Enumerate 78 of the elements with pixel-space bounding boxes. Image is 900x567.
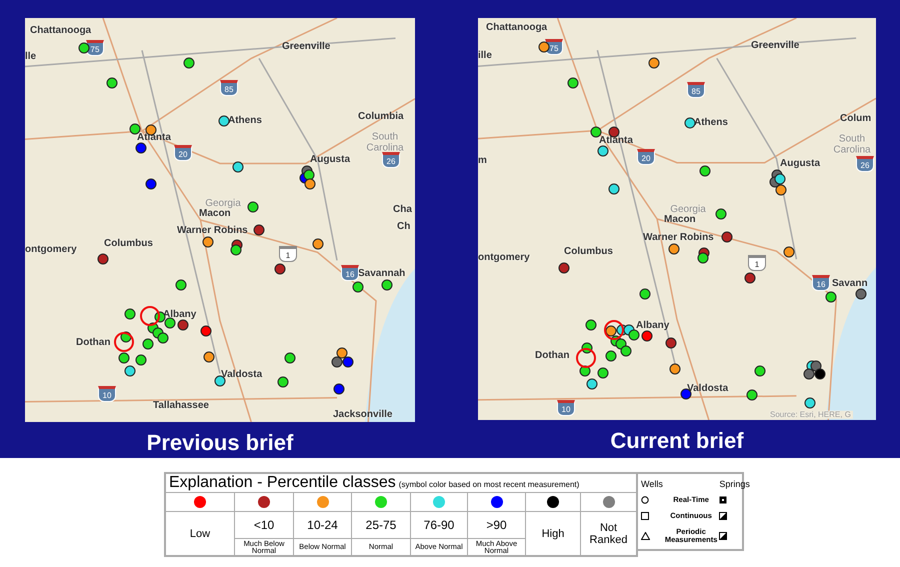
city-label: ille: [478, 50, 492, 62]
highway-shield: 75: [545, 39, 563, 55]
city-label: Albany: [636, 320, 670, 332]
filled-square-icon: [719, 496, 728, 504]
city-label: Columbus: [104, 238, 153, 250]
highway-shield: 85: [220, 80, 238, 96]
class-label: Not Ranked: [588, 522, 628, 546]
city-label: Augusta: [780, 158, 820, 170]
city-label: Atlanta: [599, 136, 633, 146]
triangle-icon: [641, 532, 650, 540]
city-label: Albany: [163, 310, 196, 320]
map-credit: Source: Esri, HERE, G: [768, 410, 853, 420]
legend-note: (symbol color based on most recent measurement): [398, 480, 580, 489]
highway-shield: 20: [174, 145, 192, 161]
highway-shield: 16: [812, 275, 830, 291]
city-label: Augusta: [310, 154, 350, 166]
city-label: Columbus: [564, 246, 613, 258]
highway-shield: 1: [279, 246, 297, 262]
city-label: ontgomery: [478, 252, 530, 264]
city-label: Dothan: [535, 350, 570, 362]
range-label: 25-75: [366, 518, 396, 532]
half-filled-square-icon: [719, 512, 728, 520]
range-label: 10-24: [307, 518, 338, 532]
range-label: >90: [486, 518, 507, 532]
city-label: Savann: [832, 278, 868, 290]
city-label: Colum: [840, 114, 872, 124]
city-label: Valdosta: [221, 370, 262, 380]
square-icon: [641, 512, 649, 520]
highway-shield: 1: [748, 255, 766, 271]
city-label: Cha: [393, 204, 412, 216]
highlight-ring: [604, 320, 624, 340]
city-label: Macon: [199, 208, 231, 220]
range-label: <10: [254, 518, 274, 532]
city-label: Warner Robins: [643, 232, 714, 244]
highway-shield: 10: [98, 386, 116, 402]
city-label: m: [478, 156, 487, 166]
highway-shield: 26: [856, 156, 874, 172]
highway-shield: 85: [687, 82, 705, 98]
highway-shield: 20: [637, 149, 655, 165]
city-label: Tallahassee: [153, 400, 209, 412]
region-label: South Carolina: [365, 132, 405, 154]
city-label: Athens: [228, 116, 262, 126]
highlight-ring: [140, 306, 160, 326]
springs-heading: Springs: [719, 478, 750, 489]
city-label: Ch: [397, 222, 410, 232]
city-label: Chattanooga: [486, 22, 548, 34]
city-label: Valdosta: [687, 384, 728, 394]
highway-shield: 75: [86, 40, 104, 56]
city-label: Warner Robins: [177, 226, 248, 236]
map-caption: Current brief: [610, 428, 744, 454]
highway-shield: 16: [341, 265, 359, 281]
city-label: Dothan: [76, 338, 110, 348]
highway-shield: 26: [382, 152, 400, 168]
range-label: 76-90: [424, 518, 454, 532]
city-label: Chattanooga: [30, 26, 92, 36]
class-label: Low: [188, 528, 212, 540]
class-label: High: [540, 528, 566, 540]
legend-title: Explanation - Percentile classes: [169, 474, 396, 491]
city-label: lle: [25, 52, 36, 62]
city-label: Macon: [664, 214, 696, 226]
city-label: Atlanta: [137, 132, 171, 144]
highway-shield: 10: [557, 400, 575, 416]
region-label: Georgia: [204, 198, 242, 209]
city-label: Greenville: [751, 40, 800, 52]
circle-icon: [641, 496, 649, 504]
highlight-ring: [114, 332, 134, 352]
city-label: Savannah: [358, 268, 406, 280]
city-label: Athens: [694, 118, 728, 128]
city-label: ontgomery: [25, 244, 77, 256]
city-label: Columbia: [358, 112, 404, 122]
half-filled-square-icon: [719, 532, 728, 540]
map-caption: Previous brief: [146, 430, 294, 456]
region-label: Georgia: [669, 204, 707, 215]
highlight-ring: [576, 348, 596, 368]
city-label: Jacksonville: [333, 410, 392, 420]
wells-heading: Wells: [641, 478, 663, 489]
region-label: South Carolina: [832, 134, 872, 156]
city-label: Greenville: [282, 42, 330, 52]
